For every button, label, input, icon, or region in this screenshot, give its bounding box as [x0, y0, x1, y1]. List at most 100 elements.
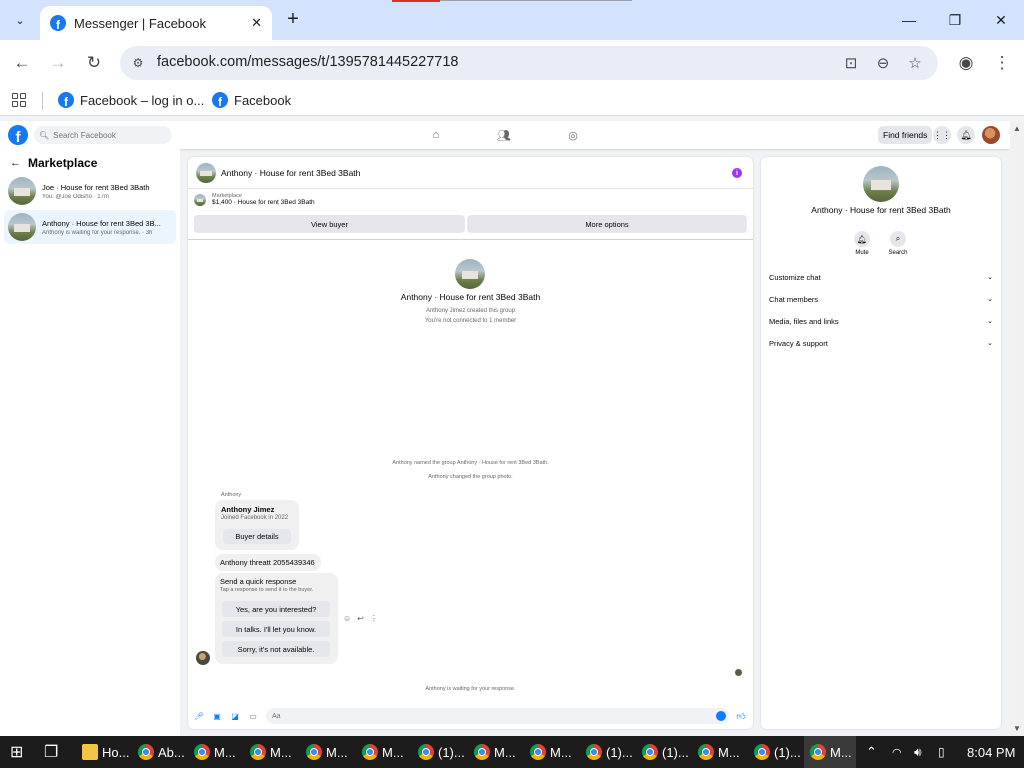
home-icon[interactable]: ⌂: [429, 128, 443, 142]
section-chat-members[interactable]: Chat members ⌄: [769, 292, 993, 306]
mute-button[interactable]: 🔔︎ Mute: [847, 231, 877, 256]
buyer-details-button[interactable]: Buyer details: [223, 529, 291, 544]
listing-divider: [188, 239, 753, 240]
facebook-favicon-icon: f: [50, 15, 66, 31]
restore-button[interactable]: ❐: [943, 8, 967, 32]
gif-icon[interactable]: ▭: [248, 711, 258, 721]
message-composer: 🎤︎ ▣ ◪ ▭ 👍︎: [188, 705, 753, 727]
more-vertical-icon[interactable]: ⋮: [370, 614, 378, 623]
message-input-wrap[interactable]: [266, 708, 730, 724]
find-friends-button[interactable]: Find friends: [878, 126, 933, 144]
close-window-button[interactable]: ✕: [989, 8, 1013, 32]
more-options-button[interactable]: More options: [467, 215, 747, 233]
chat-item-joe[interactable]: Joe · House for rent 3Bed 3Bath You: @Jo…: [4, 174, 176, 208]
marketplace-header[interactable]: ← Marketplace: [10, 156, 97, 170]
react-emoji-icon[interactable]: ☺: [343, 614, 351, 623]
bookmark-facebook[interactable]: f Facebook: [212, 92, 291, 108]
tab-search-chevron-icon[interactable]: ⌄: [8, 8, 32, 32]
scroll-up-arrow-icon[interactable]: ▲: [1013, 124, 1021, 133]
taskbar-item-chrome[interactable]: M...: [692, 736, 740, 768]
minimize-button[interactable]: —: [897, 8, 921, 32]
taskbar-item-chrome[interactable]: (1)...: [748, 736, 801, 768]
profile-icon[interactable]: ◉: [954, 51, 978, 75]
notifications-bell-icon[interactable]: 🔔︎: [957, 126, 975, 144]
facebook-logo-icon[interactable]: f: [8, 125, 28, 145]
taskbar-item-chrome[interactable]: M...: [188, 736, 236, 768]
taskbar-item-file-explorer[interactable]: Ho...: [76, 736, 129, 768]
browser-toolbar: ← → ↻ ⚙ facebook.com/messages/t/13957814…: [0, 40, 1024, 86]
marketplace-listing-strip[interactable]: Marketplace $1,400 · House for rent 3Bed…: [194, 193, 315, 207]
taskbar-item-chrome[interactable]: M...: [244, 736, 292, 768]
task-view-icon[interactable]: ❐: [38, 736, 58, 768]
bookmark-star-icon[interactable]: ☆: [905, 53, 925, 73]
section-media-files-links[interactable]: Media, files and links ⌄: [769, 314, 993, 328]
message-tools: ☺ ↩ ⋮: [343, 614, 378, 623]
reply-icon[interactable]: ↩: [357, 614, 364, 623]
forward-button[interactable]: →: [46, 51, 70, 75]
scroll-down-arrow-icon[interactable]: ▼: [1013, 724, 1021, 733]
back-button[interactable]: ←: [10, 51, 34, 75]
menu-grid-icon[interactable]: ⋮⋮: [933, 126, 951, 144]
start-windows-icon[interactable]: ⊞: [4, 736, 23, 768]
listing-thumbnail: [194, 194, 206, 207]
emoji-icon[interactable]: [716, 711, 726, 721]
zoom-icon[interactable]: ⊖: [873, 53, 893, 73]
quick-reply-button[interactable]: Yes, are you interested?: [222, 601, 330, 617]
details-name: Anthony · House for rent 3Bed 3Bath: [811, 205, 951, 215]
tab-messenger[interactable]: f Messenger | Facebook ✕: [40, 6, 272, 40]
groups-icon[interactable]: ◎: [566, 128, 580, 142]
quick-reply-button[interactable]: Sorry, it's not available.: [222, 641, 330, 657]
wifi-icon[interactable]: ◠: [892, 736, 902, 768]
taskbar-item-chrome[interactable]: (1)...: [636, 736, 689, 768]
facebook-search[interactable]: 🔍︎: [34, 126, 172, 144]
back-arrow-icon[interactable]: ←: [10, 157, 21, 169]
page-scrollbar[interactable]: [1010, 121, 1024, 736]
volume-icon[interactable]: 🔊︎: [914, 736, 922, 768]
taskbar-item-chrome[interactable]: M...: [300, 736, 348, 768]
bookmarks-separator: [42, 92, 43, 110]
taskbar-item-chrome[interactable]: Ab...: [132, 736, 185, 768]
apps-grid-icon[interactable]: [12, 93, 26, 107]
view-buyer-button[interactable]: View buyer: [194, 215, 465, 233]
clock-time[interactable]: 8:04 PM: [967, 736, 1015, 768]
friends-icon[interactable]: 👥︎: [497, 128, 511, 142]
taskbar-item-chrome[interactable]: (1)...: [580, 736, 633, 768]
taskbar-item-chrome[interactable]: (1)...: [412, 736, 465, 768]
chat-avatar: [8, 213, 36, 241]
conversation-title[interactable]: Anthony · House for rent 3Bed 3Bath: [221, 168, 360, 178]
battery-icon[interactable]: ▯: [938, 736, 945, 768]
bookmarks-bar: f Facebook – log in o... f Facebook: [0, 86, 1024, 116]
facebook-search-input[interactable]: [53, 130, 164, 140]
taskbar-item-chrome[interactable]: M...: [468, 736, 516, 768]
conversation-avatar[interactable]: [196, 162, 216, 183]
install-app-icon[interactable]: ⊡: [841, 53, 861, 73]
menu-kebab-icon[interactable]: ⋮: [990, 51, 1014, 75]
taskbar-item-chrome[interactable]: M...: [524, 736, 572, 768]
search-label: Search: [888, 250, 908, 256]
reload-button[interactable]: ↻: [82, 51, 106, 75]
site-info-icon[interactable]: ⚙: [128, 53, 148, 73]
sticker-icon[interactable]: ◪: [230, 711, 240, 721]
taskbar-label: (1)...: [606, 744, 633, 760]
message-input[interactable]: [272, 712, 702, 720]
account-avatar[interactable]: [982, 126, 1000, 144]
microphone-icon[interactable]: 🎤︎: [194, 711, 204, 721]
taskbar-item-chrome-active[interactable]: M...: [804, 736, 856, 768]
url-text[interactable]: facebook.com/messages/t/1395781445227718: [157, 54, 459, 70]
new-tab-button[interactable]: +: [282, 8, 304, 30]
taskbar-item-chrome[interactable]: M...: [356, 736, 404, 768]
section-customize-chat[interactable]: Customize chat ⌄: [769, 270, 993, 284]
bookmark-facebook-login[interactable]: f Facebook – log in o...: [58, 92, 204, 108]
info-icon[interactable]: i: [732, 168, 742, 178]
photo-attach-icon[interactable]: ▣: [212, 711, 222, 721]
tab-close-icon[interactable]: ✕: [251, 15, 262, 31]
quick-reply-button[interactable]: In talks. I'll let you know.: [222, 621, 330, 637]
thumbs-up-icon[interactable]: 👍︎: [736, 711, 746, 721]
sender-avatar[interactable]: [196, 651, 210, 665]
chat-item-anthony[interactable]: Anthony · House for rent 3Bed 3B... Anth…: [4, 210, 176, 244]
tray-chevron-up-icon[interactable]: ⌃: [866, 736, 877, 768]
search-conversation-button[interactable]: ⌕ Search: [883, 231, 913, 256]
chrome-icon: [194, 744, 210, 760]
section-privacy-support[interactable]: Privacy & support ⌄: [769, 336, 993, 350]
address-bar[interactable]: ⚙ facebook.com/messages/t/13957814452277…: [120, 46, 938, 80]
